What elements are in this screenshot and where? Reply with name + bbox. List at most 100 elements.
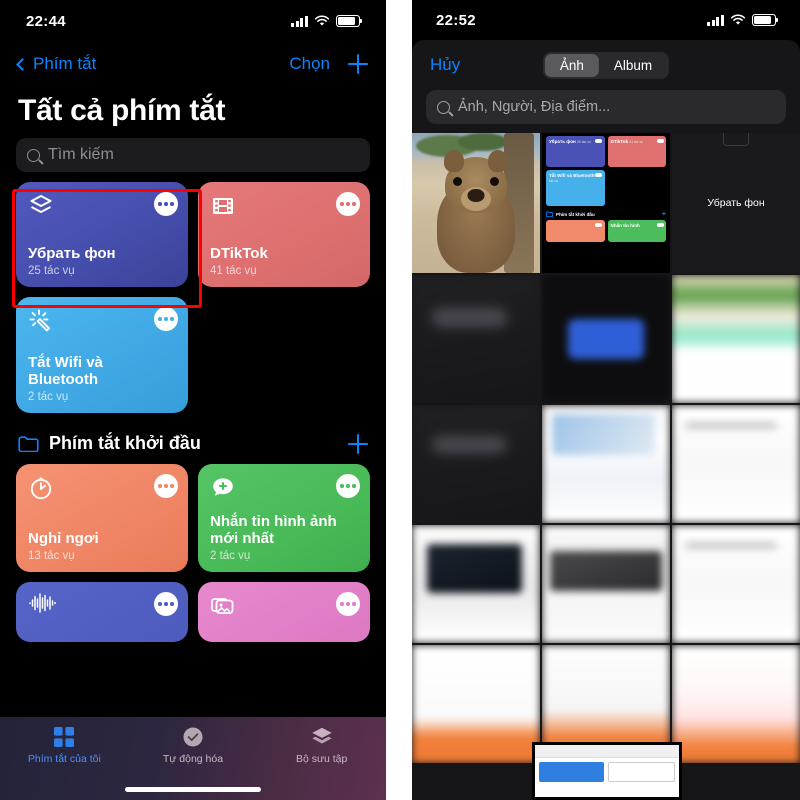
photo-thumbnail-dark-screenshot[interactable]: Убрать фон [672, 133, 800, 273]
sheet-toolbar: Hủy Ảnh Album [412, 40, 800, 90]
shortcut-task-count: 13 tác vụ [28, 550, 75, 562]
back-button-label: Phím tắt [33, 54, 97, 73]
folder-title: Phím tắt khởi đầu [49, 433, 201, 453]
photo-thumbnail-blurred-laptop-dark[interactable] [542, 525, 670, 643]
timer-icon [30, 477, 52, 500]
wifi-icon [314, 15, 330, 26]
layers-icon [311, 727, 332, 744]
blurred-laptop-dark-image [542, 525, 670, 643]
photo-thumbnail-blurred-laptop[interactable] [412, 525, 540, 643]
search-placeholder: Tìm kiếm [48, 146, 114, 163]
shortcut-task-count: 2 tác vụ [210, 550, 251, 562]
shortcut-card-wifi-bluetooth[interactable]: Tắt Wifi và Bluetooth 2 tác vụ [16, 297, 188, 413]
thumbnail-button-primary [539, 762, 604, 782]
waveform-icon [29, 593, 56, 613]
cellular-bars-icon [707, 14, 724, 26]
shortcut-card-rest[interactable]: Nghỉ ngơi 13 tác vụ [16, 464, 188, 572]
thumbnail-button-secondary [608, 762, 675, 782]
shortcut-name: Nhắn tin hình ảnh mới nhất [210, 512, 337, 548]
mini-section-label: Phím tắt khởi đầu [556, 211, 595, 217]
mini-card-name: Убрать фон [549, 139, 576, 144]
plus-icon: + [661, 210, 666, 218]
search-input[interactable]: Tìm kiếm [16, 138, 370, 172]
segment-photos[interactable]: Ảnh [544, 53, 599, 77]
thumbnail-buttons-row [535, 758, 679, 786]
add-to-folder-button[interactable] [348, 433, 368, 454]
shortcut-task-count: 25 tác vụ [28, 265, 75, 277]
shortcut-card-photos[interactable] [198, 582, 370, 642]
photo-thumbnail-quokka[interactable] [412, 133, 540, 273]
cancel-button[interactable]: Hủy [430, 55, 460, 75]
battery-icon [752, 14, 779, 26]
segment-albums[interactable]: Album [599, 54, 667, 77]
status-indicators [707, 14, 779, 26]
battery-icon [336, 15, 363, 27]
photo-thumbnail-blurred-orange[interactable] [412, 645, 540, 763]
blurred-article-image [542, 405, 670, 523]
tab-label: Tự động hóa [162, 753, 224, 765]
tab-my-shortcuts[interactable]: Phím tắt của tôi [0, 726, 129, 800]
shortcut-name: Nghỉ ngơi [28, 530, 99, 548]
mini-card-name: DTikTok [610, 139, 629, 144]
mini-card-tasks: 25 tác vụ [577, 140, 591, 144]
choose-button[interactable]: Chọn [289, 54, 330, 74]
more-dots-icon[interactable] [154, 192, 178, 216]
tab-gallery[interactable]: Bộ sưu tập [257, 726, 386, 800]
folder-icon [546, 211, 553, 217]
thumbnail-top-row [535, 745, 679, 758]
add-shortcut-button[interactable] [348, 54, 368, 74]
photo-grid: Убрать фон 25 tác vụ DTikTok 41 tác vụ T… [412, 133, 800, 763]
shortcuts-app-screen: 22:44 Phím tắt Chọn Tất cả phím tắt Tìm … [0, 0, 386, 800]
shortcut-card-audio[interactable] [16, 582, 188, 642]
quokka-photo [412, 133, 540, 273]
blurred-form-image [672, 525, 800, 643]
shortcut-name: Убрать фон [28, 245, 116, 263]
magic-wand-icon [29, 309, 51, 332]
photo-picker-screen: 22:52 Hủy Ảnh Album Ảnh, Người, Địa điểm… [412, 0, 800, 800]
folder-header: Phím tắt khởi đầu [0, 413, 386, 464]
more-dots-icon[interactable] [336, 192, 360, 216]
shortcut-card-dtiktok[interactable]: DTikTok 41 tác vụ [198, 182, 370, 287]
photo-thumbnail-blurred-web[interactable] [412, 405, 540, 523]
photo-thumbnail-shortcuts-screenshot[interactable]: Убрать фон 25 tác vụ DTikTok 41 tác vụ T… [542, 133, 670, 273]
tab-bar: Phím tắt của tôi Tự động hóa Bộ sưu tập [0, 717, 386, 800]
mini-card-name: Tắt Wifi và Bluetooth [549, 173, 595, 178]
folder-shortcuts-grid: Nghỉ ngơi 13 tác vụ Nhắn tin hình ảnh mớ… [0, 464, 386, 642]
more-dots-icon[interactable] [336, 592, 360, 616]
photo-thumbnail-blurred-form[interactable] [672, 525, 800, 643]
shortcut-card-message-latest-photo[interactable]: Nhắn tin hình ảnh mới nhất 2 tác vụ [198, 464, 370, 572]
photo-picker-sheet: Hủy Ảnh Album Ảnh, Người, Địa điểm... Уб… [412, 40, 800, 800]
shortcut-task-count: 2 tác vụ [28, 391, 69, 403]
shortcut-name: Tắt Wifi và Bluetooth [28, 353, 103, 389]
all-shortcuts-grid: Убрать фон 25 tác vụ DTikTok 41 tác vụ T… [0, 182, 386, 413]
photo-thumbnail-blurred-blue[interactable] [542, 275, 670, 403]
mini-section-header: Phím tắt khởi đầu + [546, 210, 666, 218]
blurred-dark-image [412, 275, 540, 403]
more-dots-icon[interactable] [154, 474, 178, 498]
nav-actions: Chọn [289, 54, 368, 74]
photo-search-input[interactable]: Ảnh, Người, Địa điểm... [426, 90, 786, 124]
photo-thumbnail-blurred-list[interactable] [672, 405, 800, 523]
shortcuts-screenshot: Убрать фон 25 tác vụ DTikTok 41 tác vụ T… [542, 133, 670, 273]
photo-thumbnail-blurred-pink[interactable] [672, 645, 800, 763]
tab-label: Phím tắt của tôi [27, 753, 101, 765]
more-dots-icon[interactable] [154, 307, 178, 331]
photo-thumbnail-blurred-article[interactable] [542, 405, 670, 523]
tab-label: Bộ sưu tập [295, 753, 348, 765]
shortcut-card-remove-background[interactable]: Убрать фон 25 tác vụ [16, 182, 188, 287]
home-indicator[interactable] [125, 787, 261, 792]
back-button[interactable]: Phím tắt [16, 54, 97, 74]
grid-icon [54, 727, 75, 747]
thumbnail-label: Убрать фон [707, 197, 765, 209]
blurred-document-image [672, 275, 800, 403]
blurred-laptop-image [412, 525, 540, 643]
more-dots-icon[interactable] [154, 592, 178, 616]
more-dots-icon[interactable] [336, 474, 360, 498]
status-time: 22:52 [436, 11, 476, 29]
segmented-control: Ảnh Album [542, 51, 670, 79]
highlighted-bottom-thumbnail[interactable] [532, 742, 682, 800]
photo-thumbnail-blurred-dark[interactable] [412, 275, 540, 403]
folder-icon [18, 436, 39, 452]
search-icon [437, 100, 450, 114]
photo-thumbnail-blurred-document[interactable] [672, 275, 800, 403]
